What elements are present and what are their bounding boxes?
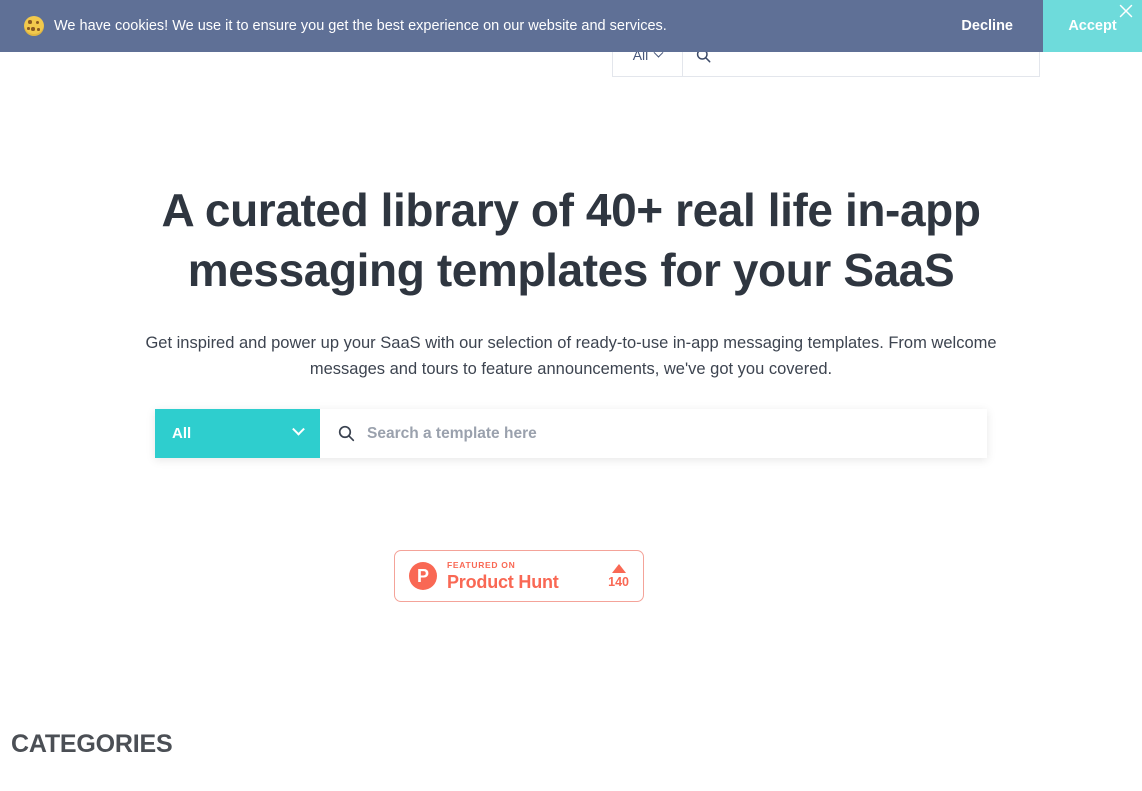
category-filter-value: All	[172, 425, 192, 442]
page-root: Helppier All templates Submit Template B…	[0, 0, 1142, 791]
product-hunt-badge[interactable]: P FEATURED ON Product Hunt 140	[394, 550, 644, 602]
cookie-icon	[24, 16, 44, 36]
product-hunt-icon: P	[409, 562, 437, 590]
hero-section: A curated library of 40+ real life in-ap…	[0, 82, 1142, 382]
cookie-banner-actions: Decline Accept	[931, 0, 1142, 52]
search-input-placeholder: Search a template here	[367, 424, 537, 442]
decline-cookies-button[interactable]: Decline	[931, 0, 1043, 52]
product-hunt-upvote-count: 140	[608, 574, 629, 589]
close-banner-button[interactable]	[1117, 2, 1135, 20]
categories-heading: CATEGORIES	[11, 730, 173, 758]
product-hunt-name: Product Hunt	[447, 572, 559, 593]
search-icon	[338, 425, 355, 442]
search-input[interactable]: Search a template here	[320, 409, 987, 458]
hero-subtitle: Get inspired and power up your SaaS with…	[145, 334, 997, 378]
product-hunt-featured-label: FEATURED ON	[447, 559, 516, 570]
product-hunt-copy: FEATURED ON Product Hunt	[447, 561, 559, 592]
product-hunt-upvote[interactable]: 140	[608, 563, 629, 589]
template-search-bar: All Search a template here	[155, 409, 987, 458]
category-filter-dropdown[interactable]: All	[155, 409, 320, 458]
upvote-arrow-icon	[611, 563, 626, 573]
cookie-consent-banner: We have cookies! We use it to ensure you…	[0, 0, 1142, 52]
close-icon	[1119, 4, 1133, 18]
cookie-banner-message: We have cookies! We use it to ensure you…	[54, 18, 667, 34]
page-title: A curated library of 40+ real life in-ap…	[161, 184, 981, 296]
chevron-down-icon	[292, 422, 305, 436]
